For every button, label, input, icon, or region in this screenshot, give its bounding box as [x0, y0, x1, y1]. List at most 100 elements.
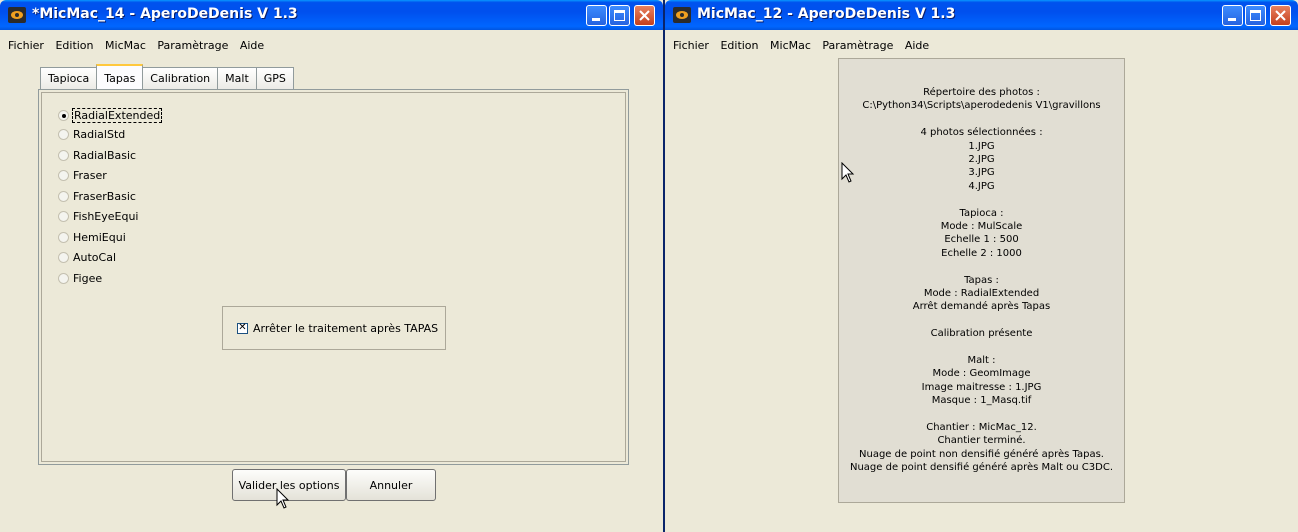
summary-line: Tapas : [964, 274, 999, 286]
radio-button[interactable] [58, 109, 69, 121]
menu-parametrage[interactable]: Paramètrage [157, 39, 228, 52]
menu-micmac[interactable]: MicMac [105, 39, 146, 52]
summary-blank [839, 341, 1124, 354]
summary-blank [839, 408, 1124, 421]
summary-line: Chantier terminé. [937, 435, 1026, 447]
summary-blank [839, 260, 1124, 273]
radio-fisheyeequi[interactable]: FishEyeEqui [58, 208, 138, 224]
radio-button[interactable] [58, 251, 69, 263]
radio-button[interactable] [58, 272, 69, 284]
radio-radialbasic[interactable]: RadialBasic [58, 147, 136, 163]
radio-hemiequi[interactable]: HemiEqui [58, 229, 126, 245]
summary-line: Mode : MulScale [940, 221, 1023, 233]
project-summary-panel: Répertoire des photos : C:\Python34\Scri… [838, 58, 1125, 503]
radio-label: AutoCal [73, 250, 117, 264]
window-title: MicMac_12 - AperoDeDenis V 1.3 [697, 6, 956, 22]
summary-line: Nuage de point non densifié généré après… [859, 448, 1104, 460]
tab-tapas[interactable]: Tapas [96, 64, 144, 89]
summary-line: Echelle 1 : 500 [944, 234, 1019, 246]
close-icon [1275, 10, 1286, 21]
tapas-panel [38, 89, 629, 465]
menu-edition[interactable]: Edition [55, 39, 93, 52]
radio-button[interactable] [58, 169, 69, 181]
maximize-icon [614, 10, 625, 21]
radio-fraser[interactable]: Fraser [58, 167, 107, 183]
summary-line: Echelle 2 : 1000 [941, 247, 1022, 259]
tab-calibration[interactable]: Calibration [142, 67, 219, 89]
radio-label: HemiEqui [73, 230, 126, 244]
options-tabs: Tapioca Tapas Calibration Malt GPS [40, 64, 294, 89]
radio-button[interactable] [58, 210, 69, 222]
window-title: *MicMac_14 - AperoDeDenis V 1.3 [32, 6, 298, 22]
summary-line: Image maitresse : 1.JPG [921, 381, 1042, 393]
minimize-button[interactable] [1222, 5, 1243, 26]
summary-line: Chantier : MicMac_12. [926, 422, 1037, 434]
menu-edition[interactable]: Edition [720, 39, 758, 52]
summary-line: Calibration présente [930, 328, 1033, 340]
close-button[interactable] [634, 5, 655, 26]
menu-micmac[interactable]: MicMac [770, 39, 811, 52]
summary-line: Tapioca : [959, 207, 1004, 219]
radio-figee[interactable]: Figee [58, 270, 102, 286]
summary-blank [839, 193, 1124, 206]
summary-line: Mode : RadialExtended [923, 288, 1040, 300]
left-titlebar[interactable]: *MicMac_14 - AperoDeDenis V 1.3 [0, 0, 663, 30]
minimize-icon [1228, 18, 1236, 21]
left-window: *MicMac_14 - AperoDeDenis V 1.3 Fichier … [0, 0, 663, 532]
summary-line: Masque : 1_Masq.tif [931, 395, 1032, 407]
checkbox-check-icon[interactable]: ✕ [237, 322, 248, 334]
radio-button[interactable] [58, 149, 69, 161]
tab-malt[interactable]: Malt [217, 67, 257, 89]
tab-gps[interactable]: GPS [255, 67, 294, 89]
app-icon [8, 7, 26, 23]
summary-line: Répertoire des photos : [923, 87, 1040, 98]
summary-line: 2.JPG [968, 154, 995, 166]
menubar: Fichier Edition MicMac Paramètrage Aide [0, 39, 663, 57]
close-icon [639, 10, 650, 21]
radio-autocal[interactable]: AutoCal [58, 249, 116, 265]
app-icon [673, 7, 691, 23]
cancel-button[interactable]: Annuler [346, 469, 436, 501]
summary-line: Mode : GeomImage [932, 368, 1031, 380]
stop-after-tapas-checkbox[interactable]: ✕ Arrêter le traitement après TAPAS [222, 306, 446, 350]
mouse-cursor-icon [841, 162, 855, 183]
radio-label: RadialStd [73, 127, 126, 141]
menu-aide[interactable]: Aide [905, 39, 929, 52]
minimize-button[interactable] [586, 5, 607, 26]
close-button[interactable] [1270, 5, 1291, 26]
radio-fraserbasic[interactable]: FraserBasic [58, 188, 136, 204]
menu-aide[interactable]: Aide [240, 39, 264, 52]
summary-blank [839, 314, 1124, 327]
menu-fichier[interactable]: Fichier [8, 39, 44, 52]
menubar: Fichier Edition MicMac Paramètrage Aide [665, 39, 1298, 57]
radio-radialextended[interactable]: RadialExtended [58, 107, 163, 123]
summary-line: 4 photos sélectionnées : [920, 127, 1043, 139]
menu-fichier[interactable]: Fichier [673, 39, 709, 52]
menu-parametrage[interactable]: Paramètrage [822, 39, 893, 52]
radio-label: FishEyeEqui [73, 209, 139, 223]
minimize-icon [592, 18, 600, 21]
summary-line: Arrêt demandé après Tapas [912, 301, 1051, 313]
radio-label: RadialExtended [71, 107, 163, 123]
radio-label: Fraser [73, 168, 107, 182]
summary-line: C:\Python34\Scripts\aperodedenis V1\grav… [862, 100, 1101, 112]
radio-label: FraserBasic [73, 189, 136, 203]
maximize-button[interactable] [1245, 5, 1266, 26]
radio-button[interactable] [58, 190, 69, 202]
checkbox-label: Arrêter le traitement après TAPAS [253, 321, 439, 335]
summary-line: 1.JPG [968, 140, 995, 152]
summary-line: Malt : [967, 355, 996, 367]
radio-radialstd[interactable]: RadialStd [58, 126, 125, 142]
tab-tapioca[interactable]: Tapioca [40, 67, 98, 89]
right-titlebar[interactable]: MicMac_12 - AperoDeDenis V 1.3 [665, 0, 1298, 30]
mouse-cursor-icon [276, 488, 290, 509]
summary-blank [839, 113, 1124, 126]
summary-line: Nuage de point densifié généré après Mal… [849, 462, 1114, 474]
summary-line: 4.JPG [968, 180, 995, 192]
radio-label: Figee [73, 271, 103, 285]
summary-line: 3.JPG [968, 167, 995, 179]
maximize-button[interactable] [609, 5, 630, 26]
radio-button[interactable] [58, 231, 69, 243]
maximize-icon [1250, 10, 1261, 21]
radio-button[interactable] [58, 128, 69, 140]
